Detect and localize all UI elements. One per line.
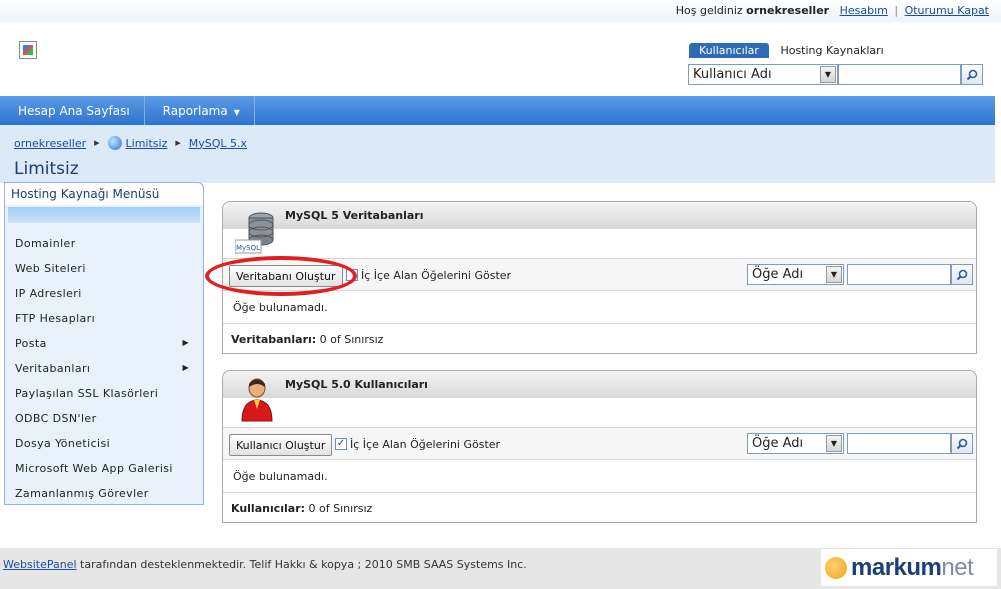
sidebar-item-label: Zamanlanmış Görevler <box>15 487 149 500</box>
databases-filter-select[interactable]: Öğe Adı ▼ <box>747 264 844 285</box>
submenu-arrow-icon: ▶ <box>182 363 189 372</box>
chevron-down-icon[interactable]: ▼ <box>820 66 836 83</box>
breadcrumb-arrow-icon: ▶ <box>175 139 181 147</box>
databases-panel-title: MySQL 5 Veritabanları <box>223 202 976 229</box>
sidebar-item-domains[interactable]: Domainler <box>5 231 203 256</box>
search-icon[interactable] <box>951 264 973 285</box>
sidebar-item-label: Dosya Yöneticisi <box>15 437 111 450</box>
sidebar-item-label: Paylaşılan SSL Klasörleri <box>15 387 159 400</box>
submenu-arrow-icon: ▶ <box>182 338 189 347</box>
search-field-select[interactable]: Kullanıcı Adı ▼ <box>688 64 838 85</box>
users-count: Kullanıcılar: 0 of Sınırsız <box>223 493 976 522</box>
search-field-value: Kullanıcı Adı <box>693 67 772 82</box>
databases-filter-value: Öğe Adı <box>752 267 804 282</box>
websitepanel-link[interactable]: WebsitePanel <box>3 558 77 571</box>
databases-filter-input[interactable] <box>847 264 951 285</box>
users-count-value: 0 of Sınırsız <box>308 502 373 515</box>
username: ornekreseller <box>746 4 830 17</box>
logo-icon[interactable] <box>19 41 37 59</box>
users-filter-select[interactable]: Öğe Adı ▼ <box>747 433 844 454</box>
sidebar-item-label: IP Adresleri <box>15 287 82 300</box>
search-icon[interactable] <box>951 433 973 454</box>
users-panel-title: MySQL 5.0 Kullanıcıları <box>223 371 976 398</box>
highlight-annotation <box>205 256 357 296</box>
breadcrumb-arrow-icon: ▶ <box>94 139 100 147</box>
sidebar-item-label: Domainler <box>15 237 76 250</box>
nav-home-label: Hesap Ana Sayfası <box>18 104 130 118</box>
sidebar-item-web-app-gallery[interactable]: Microsoft Web App Galerisi <box>5 456 203 481</box>
sidebar-item-websites[interactable]: Web Siteleri <box>5 256 203 281</box>
sidebar-menu: Domainler Web Siteleri IP Adresleri FTP … <box>5 223 203 506</box>
nav-home[interactable]: Hesap Ana Sayfası <box>0 96 145 125</box>
sidebar-item-label: ODBC DSN'ler <box>15 412 97 425</box>
sidebar-item-ip-addresses[interactable]: IP Adresleri <box>5 281 203 306</box>
tab-users[interactable]: Kullanıcılar <box>689 43 769 58</box>
sidebar-item-mail[interactable]: Posta ▶ <box>5 331 203 356</box>
search-input[interactable] <box>838 64 961 85</box>
logout-link[interactable]: Oturumu Kapat <box>905 4 989 17</box>
databases-icon-row <box>223 229 976 259</box>
breadcrumb-area: ornekreseller ▶ Limitsiz ▶ MySQL 5.x Lim… <box>0 125 995 183</box>
breadcrumb: ornekreseller ▶ Limitsiz ▶ MySQL 5.x <box>14 136 247 150</box>
mysql-icon-label: MySQL <box>236 244 260 252</box>
sidebar-item-label: Web Siteleri <box>15 262 86 275</box>
sidebar-title: Hosting Kaynağı Menüsü <box>5 183 203 205</box>
footer-copyright: tarafından desteklenmektedir. Telif Hakk… <box>76 558 527 571</box>
databases-count-value: 0 of Sınırsız <box>319 333 384 346</box>
welcome-text: Hoş geldiniz <box>675 4 743 17</box>
users-empty-message: Öğe bulunamadı. <box>223 460 976 493</box>
sidebar: Hosting Kaynağı Menüsü Domainler Web Sit… <box>4 182 204 505</box>
sidebar-item-label: Microsoft Web App Galerisi <box>15 462 173 475</box>
users-show-nested-label: İç İçe Alan Öğelerini Göster <box>350 438 501 451</box>
users-show-nested-checkbox[interactable]: ✓ <box>335 438 347 450</box>
sidebar-item-label: Posta <box>15 337 47 350</box>
databases-show-nested-label: İç İçe Alan Öğelerini Göster <box>361 269 512 282</box>
header-separator: | <box>894 4 899 17</box>
users-filter-input[interactable] <box>847 433 951 454</box>
chevron-down-icon[interactable]: ▼ <box>826 435 842 452</box>
chevron-down-icon: ▼ <box>233 108 240 117</box>
search-tabs: Kullanıcılar Hosting Kaynakları <box>689 43 892 59</box>
user-icon <box>241 378 273 422</box>
page-footer: WebsitePanel tarafından desteklenmektedi… <box>0 548 1001 589</box>
account-link[interactable]: Hesabım <box>840 4 888 17</box>
top-bar: Hoş geldiniz ornekreseller Hesabım | Otu… <box>0 0 1001 22</box>
brand-suffix: net <box>941 553 974 581</box>
main-nav: Hesap Ana Sayfası Raporlama ▼ <box>0 96 995 125</box>
footer-text: WebsitePanel tarafından desteklenmektedi… <box>3 558 527 571</box>
sidebar-item-shared-ssl[interactable]: Paylaşılan SSL Klasörleri <box>5 381 203 406</box>
users-icon-row <box>223 398 976 428</box>
nav-reporting-label: Raporlama <box>162 104 228 118</box>
users-count-label: Kullanıcılar: <box>231 502 306 515</box>
sidebar-item-scheduled-tasks[interactable]: Zamanlanmış Görevler <box>5 481 203 506</box>
users-filter-value: Öğe Adı <box>752 436 804 451</box>
nav-reporting[interactable]: Raporlama ▼ <box>145 96 255 125</box>
tab-hosting-resources[interactable]: Hosting Kaynakları <box>772 43 891 58</box>
create-user-button[interactable]: Kullanıcı Oluştur <box>229 434 333 456</box>
sidebar-item-ftp-accounts[interactable]: FTP Hesapları <box>5 306 203 331</box>
breadcrumb-item-space[interactable]: Limitsiz <box>126 137 168 150</box>
brand-main: markum <box>851 553 942 581</box>
breadcrumb-item-mysql[interactable]: MySQL 5.x <box>189 137 247 150</box>
sidebar-band <box>8 207 200 223</box>
globe-icon <box>107 136 122 150</box>
page-title: Limitsiz <box>14 159 79 179</box>
databases-empty-message: Öğe bulunamadı. <box>223 291 976 324</box>
chevron-down-icon[interactable]: ▼ <box>826 266 842 283</box>
sidebar-item-label: Veritabanları <box>15 362 91 375</box>
database-icon: MySQL <box>235 212 274 254</box>
search-icon[interactable] <box>961 64 983 85</box>
users-panel: MySQL 5.0 Kullanıcıları Kullanıcı Oluştu… <box>222 370 977 523</box>
sidebar-item-file-manager[interactable]: Dosya Yöneticisi <box>5 431 203 456</box>
top-search: Kullanıcı Adı ▼ <box>688 64 983 85</box>
users-toolbar: Kullanıcı Oluştur ✓ İç İçe Alan Öğelerin… <box>223 428 976 460</box>
brand-logo-icon <box>825 556 847 579</box>
databases-count: Veritabanları: 0 of Sınırsız <box>223 324 976 353</box>
sidebar-item-odbc[interactable]: ODBC DSN'ler <box>5 406 203 431</box>
brand-logo: markum net <box>821 549 997 586</box>
sidebar-item-label: FTP Hesapları <box>15 312 96 325</box>
breadcrumb-item-reseller[interactable]: ornekreseller <box>14 137 86 150</box>
databases-count-label: Veritabanları: <box>231 333 317 346</box>
sidebar-item-databases[interactable]: Veritabanları ▶ <box>5 356 203 381</box>
